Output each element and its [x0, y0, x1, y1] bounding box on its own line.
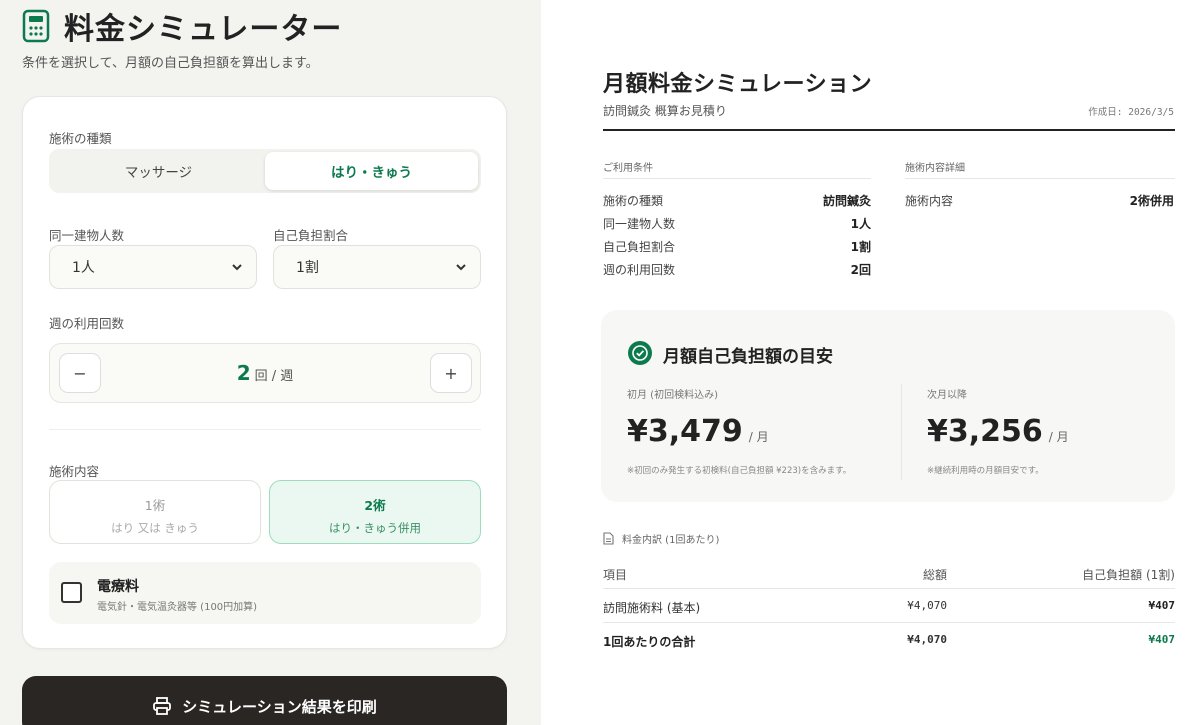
increment-button[interactable]: + [430, 353, 472, 393]
row-total: ¥4,070 [907, 633, 947, 646]
doc-date: 作成日: 2026/3/5 [1088, 107, 1174, 118]
form-card: 施術の種類 マッサージ はり・きゅう 同一建物人数 1人 自己負担割合 1割 週… [22, 96, 507, 649]
print-button-label: シミュレーション結果を印刷 [182, 697, 377, 716]
table-header: 項目 総額 自己負担額 (1割) [603, 556, 1175, 590]
option-title: 1術 [144, 498, 166, 513]
doc-subtitle: 訪問鍼灸 概算お見積り [603, 104, 727, 118]
treatment-type-toggle: マッサージ はり・きゅう [49, 149, 481, 193]
result-document: 月額料金シミュレーション 訪問鍼灸 概算お見積り 作成日: 2026/3/5 ご… [541, 0, 1200, 725]
column-header: 自己負担額 (1割) [1082, 568, 1175, 582]
plus-icon: + [444, 363, 458, 383]
details-heading: 施術内容詳細 [905, 163, 965, 174]
electro-checkbox[interactable] [61, 582, 82, 603]
doc-title: 月額料金シミュレーション [603, 72, 873, 97]
electro-title: 電療料 [97, 579, 139, 595]
first-month-unit: / 月 [748, 430, 769, 444]
row-item: 1回あたりの合計 [603, 635, 696, 649]
next-month-value: ¥3,256 [927, 414, 1043, 449]
next-month-unit: / 月 [1048, 430, 1069, 444]
calculator-icon [22, 9, 50, 43]
app-header: 料金シミュレーター [22, 4, 342, 48]
copay-ratio-value: 1割 [296, 260, 319, 276]
condition-value: 1人 [850, 217, 871, 231]
divider [603, 178, 871, 179]
simulator-panel: 料金シミュレーター 条件を選択して、月額の自己負担額を算出します。 施術の種類 … [0, 0, 530, 725]
detail-key: 施術内容 [905, 194, 954, 208]
divider [901, 384, 902, 480]
chevron-down-icon [456, 264, 466, 271]
table-row: 訪問施術料 (基本) ¥4,070 ¥407 [603, 589, 1175, 623]
treatment-type-label: 施術の種類 [49, 131, 112, 146]
row-total: ¥4,070 [907, 599, 947, 612]
breakdown-heading-label: 料金内訳 (1回あたり) [622, 535, 720, 546]
row-item: 訪問施術料 (基本) [603, 601, 701, 615]
chevron-down-icon [232, 264, 242, 271]
content-label: 施術内容 [49, 464, 100, 479]
weekly-count-label: 週の利用回数 [49, 316, 125, 331]
check-circle-icon [628, 341, 652, 365]
electro-subtitle: 電気針・電気温灸器等 (100円加算) [97, 602, 258, 613]
next-month-label: 次月以降 [927, 390, 967, 401]
page-title: 料金シミュレーター [64, 12, 343, 47]
table-row-total: 1回あたりの合計 ¥4,070 ¥407 [603, 623, 1175, 657]
treatment-massage-option[interactable]: マッサージ [52, 152, 265, 190]
option-title: 2術 [364, 498, 386, 513]
doc-rule [603, 129, 1175, 131]
conditions-heading: ご利用条件 [603, 163, 653, 174]
weekly-count-display: 2回 / 週 [50, 361, 480, 385]
detail-value: 2術併用 [1129, 194, 1174, 208]
same-building-label: 同一建物人数 [49, 228, 125, 243]
condition-value: 1割 [850, 240, 871, 254]
first-month-amount: ¥3,479 / 月 [627, 414, 769, 449]
same-building-value: 1人 [72, 260, 95, 276]
divider [905, 178, 1175, 179]
option-subtitle: はり・きゅう併用 [329, 521, 421, 535]
row-copay: ¥407 [1148, 633, 1176, 646]
breakdown-heading: 料金内訳 (1回あたり) [603, 531, 719, 546]
row-copay: ¥407 [1148, 599, 1176, 612]
printer-icon [153, 697, 172, 715]
divider [49, 429, 481, 430]
column-header: 総額 [922, 568, 947, 582]
content-option-double[interactable]: 2術 はり・きゅう併用 [269, 480, 481, 544]
column-header: 項目 [603, 568, 628, 582]
monthly-summary-card: 月額自己負担額の目安 初月 (初回検料込み) ¥3,479 / 月 ※初回のみ発生… [601, 310, 1175, 502]
same-building-select[interactable]: 1人 [49, 245, 257, 289]
condition-value: 訪問鍼灸 [822, 194, 871, 208]
first-month-note: ※初回のみ発生する初検料(自己負担額 ¥223)を含みます。 [627, 466, 852, 476]
weekly-count-value: 2 [236, 361, 251, 385]
electro-option: 電療料 電気針・電気温灸器等 (100円加算) [49, 562, 481, 624]
weekly-count-stepper: − 2回 / 週 + [49, 343, 481, 403]
treatment-acupuncture-option[interactable]: はり・きゅう [265, 152, 478, 190]
weekly-count-unit: 回 / 週 [254, 369, 294, 384]
content-option-single[interactable]: 1術 はり 又は きゅう [49, 480, 261, 544]
next-month-note: ※継続利用時の月額目安です。 [927, 466, 1044, 476]
next-month-amount: ¥3,256 / 月 [927, 414, 1069, 449]
print-button[interactable]: シミュレーション結果を印刷 [22, 676, 507, 725]
copay-ratio-label: 自己負担割合 [273, 228, 349, 243]
condition-key: 自己負担割合 [603, 240, 676, 254]
document-icon [603, 532, 614, 545]
copay-ratio-select[interactable]: 1割 [273, 245, 481, 289]
summary-title: 月額自己負担額の目安 [663, 347, 833, 367]
first-month-label: 初月 (初回検料込み) [627, 390, 718, 401]
condition-value: 2回 [850, 263, 871, 277]
page-subtitle: 条件を選択して、月額の自己負担額を算出します。 [22, 56, 319, 71]
condition-key: 施術の種類 [603, 194, 664, 208]
condition-key: 週の利用回数 [603, 263, 676, 277]
first-month-value: ¥3,479 [627, 414, 743, 449]
option-subtitle: はり 又は きゅう [111, 521, 199, 535]
condition-key: 同一建物人数 [603, 217, 676, 231]
